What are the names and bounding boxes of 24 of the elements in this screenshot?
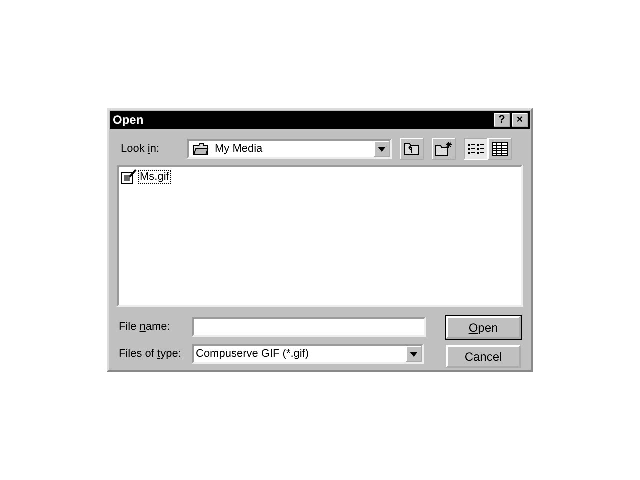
new-folder-icon — [435, 141, 453, 157]
file-name-label: File name: — [119, 321, 172, 333]
up-folder-button[interactable] — [400, 138, 424, 160]
file-name-field[interactable] — [192, 317, 426, 337]
up-folder-icon — [404, 142, 420, 156]
folder-icon — [193, 142, 209, 156]
list-view-button[interactable] — [464, 138, 488, 160]
look-in-dropdown[interactable]: My Media — [187, 139, 392, 159]
file-type-value: Compuserve GIF (*.gif) — [195, 348, 310, 360]
help-button[interactable]: ? — [494, 113, 510, 127]
window-title: Open — [113, 113, 144, 127]
cancel-button[interactable]: Cancel — [446, 345, 521, 368]
file-type-dropdown[interactable]: Compuserve GIF (*.gif) — [192, 344, 424, 364]
details-view-button[interactable] — [488, 138, 512, 160]
file-item[interactable]: Ms.gif — [138, 170, 172, 184]
open-button[interactable]: Open — [446, 316, 521, 339]
look-in-value: My Media — [214, 143, 264, 155]
look-in-label: Look in: — [121, 143, 161, 155]
list-view-icon — [468, 143, 484, 155]
new-folder-button[interactable] — [432, 138, 456, 160]
image-file-icon — [121, 169, 137, 184]
details-view-icon — [492, 142, 508, 156]
file-type-label: Files of type: — [119, 348, 182, 360]
close-button[interactable]: × — [512, 113, 528, 127]
